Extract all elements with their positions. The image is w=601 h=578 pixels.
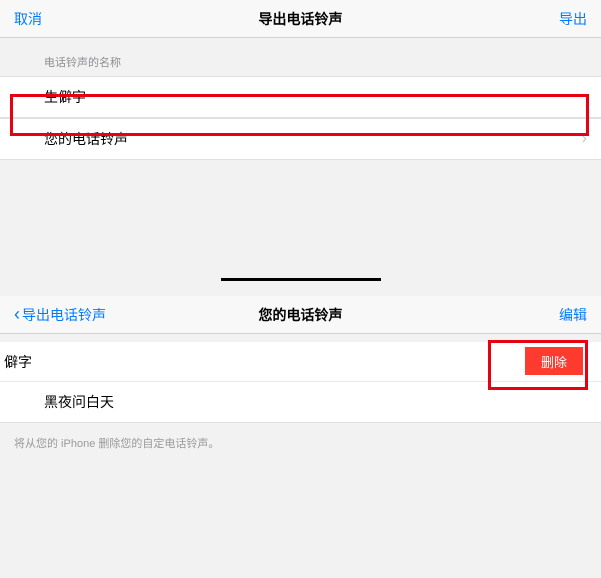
your-ringtones-screen: ‹ 导出电话铃声 您的电话铃声 编辑 僻字 删除 黑夜问白天 将从您的 iPho… (0, 296, 601, 451)
top-nav-bar: 取消 导出电话铃声 导出 (0, 0, 601, 38)
ringtone-name-value: 生僻字 (44, 87, 86, 107)
ringtone-item-2-label: 黑夜问白天 (44, 394, 114, 410)
chevron-left-icon: ‹ (14, 304, 20, 325)
ringtone-name-row[interactable]: 生僻字 (0, 76, 601, 118)
top-nav-title: 导出电话铃声 (259, 9, 343, 29)
export-button[interactable]: 导出 (559, 9, 587, 29)
your-ringtones-label: 您的电话铃声 (44, 129, 128, 149)
ringtone-item-1[interactable]: 僻字 删除 (0, 342, 601, 382)
bottom-nav-bar: ‹ 导出电话铃声 您的电话铃声 编辑 (0, 296, 601, 334)
ringtone-item-1-label: 僻字 (0, 352, 32, 372)
chevron-right-icon: › (582, 130, 587, 148)
cancel-button[interactable]: 取消 (14, 9, 42, 29)
ringtone-name-label: 电话铃声的名称 (0, 38, 601, 76)
your-ringtones-row[interactable]: 您的电话铃声 › (0, 118, 601, 160)
back-button[interactable]: ‹ 导出电话铃声 (14, 304, 106, 325)
delete-button[interactable]: 删除 (525, 347, 583, 375)
back-label: 导出电话铃声 (22, 305, 106, 325)
export-ringtone-screen: 取消 导出电话铃声 导出 电话铃声的名称 生僻字 您的电话铃声 › (0, 0, 601, 160)
screen-divider (221, 278, 381, 281)
bottom-nav-title: 您的电话铃声 (259, 305, 343, 325)
ringtone-item-2[interactable]: 黑夜问白天 (0, 382, 601, 423)
footer-description: 将从您的 iPhone 删除您的自定电话铃声。 (0, 423, 601, 451)
edit-button[interactable]: 编辑 (559, 305, 587, 325)
